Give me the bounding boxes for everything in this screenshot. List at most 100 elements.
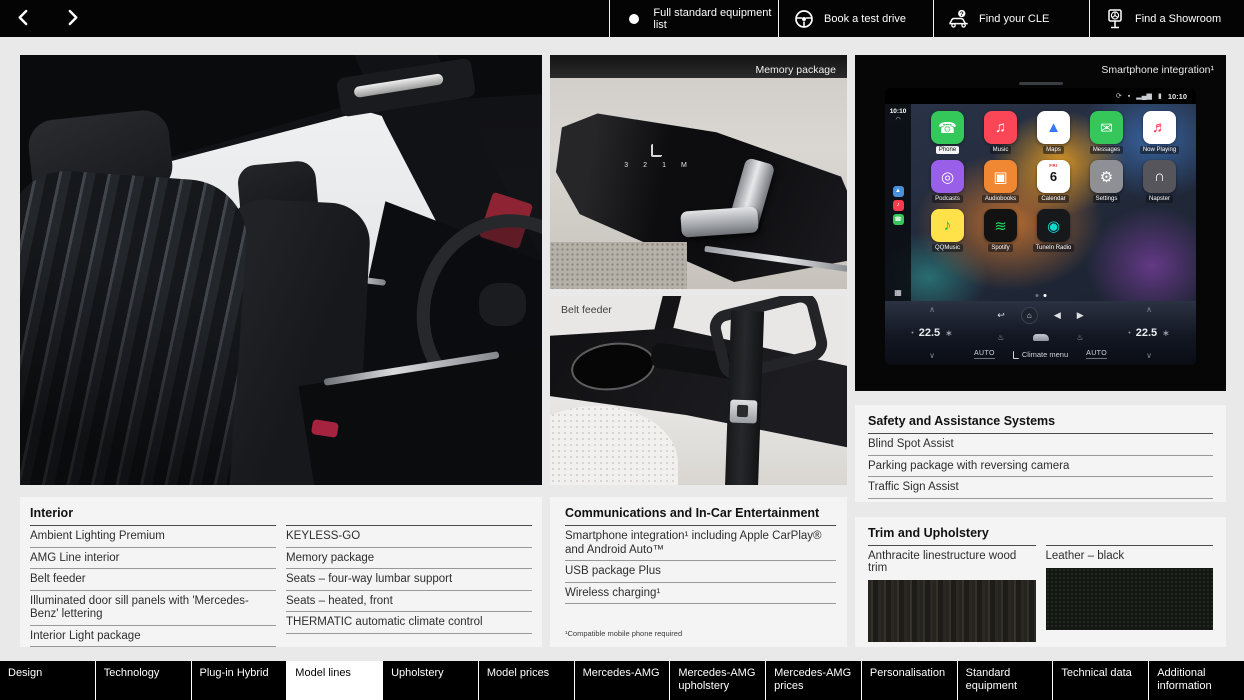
tab-mercedes-amg[interactable]: Mercedes-AMG (573, 661, 670, 700)
next-track-icon: ▶ (1076, 310, 1084, 320)
driver-seat-pleated (20, 167, 251, 485)
tab-mercedes-amg-upholstery[interactable]: Mercedes-AMG upholstery (669, 661, 765, 700)
app-settings: ⚙ Settings (1080, 160, 1133, 203)
app-label: Messages (1089, 146, 1124, 154)
app-calendar: FRI 6 Calendar (1027, 160, 1080, 203)
tab-technology[interactable]: Technology (94, 661, 191, 700)
status-bar: ⟳ ▪ ▂▄▆ ▮ 10:10 (885, 88, 1196, 104)
dot-icon: • (911, 329, 914, 337)
list-item: Seats – four-way lumbar support (286, 569, 532, 591)
belt-buckle-tongue (729, 399, 757, 424)
status-time: 10:10 (1167, 91, 1187, 101)
calendar-weekday: FRI (1049, 163, 1058, 168)
app-label: Spotify (988, 244, 1013, 252)
tab-personalisation[interactable]: Personalisation (860, 661, 957, 700)
car-question-icon: ? (948, 8, 970, 30)
memory-button-row: 3 2 1 M (624, 162, 688, 169)
full-standard-equipment-list-button[interactable]: Full standard equipment list (609, 0, 778, 37)
app-label: Now Playing (1139, 146, 1180, 154)
maps-mini-icon: ▲ (892, 185, 904, 197)
tab-design[interactable]: Design (0, 661, 95, 700)
climate-right-zone: ∧ • 22.5 ∗ ∨ (1110, 306, 1188, 360)
bullet-circle-icon (624, 13, 644, 24)
carplay-sidebar: 10:10 ◠ ▲ ♪ ☎ ▦ (885, 104, 911, 301)
steering-wheel-icon (793, 9, 815, 29)
next-page-button[interactable] (63, 5, 84, 33)
button-label: Book a test drive (824, 12, 906, 25)
list-item: Belt feeder (30, 569, 276, 591)
app-tunein-radio: ◉ TuneIn Radio (1027, 209, 1080, 252)
wood-trim-column: Anthracite linestructure wood trim (868, 545, 1036, 642)
previous-track-icon: ◀ (1053, 310, 1061, 320)
memory-buttons: 3 2 1 M (624, 143, 688, 169)
battery-icon: ▮ (1157, 93, 1162, 100)
list-item: Memory package (286, 548, 532, 569)
back-icon: ↩ (997, 310, 1005, 320)
settings-app-icon: ⚙ (1090, 160, 1123, 193)
memory-package-photo: 3 2 1 M Memory package (550, 55, 847, 289)
prev-page-button[interactable] (12, 5, 33, 33)
music-mini-icon: ♪ (892, 199, 904, 211)
list-item: Illuminated door sill panels with 'Merce… (30, 591, 276, 626)
bottom-tab-bar: Design Technology Plug-in Hybrid Model line… (0, 661, 1244, 700)
app-grid: ☎ Phone ♫ Music ▲ Maps ✉ Messages ♬ Now Playing ◎ P… (911, 109, 1196, 254)
trim-upholstery-section: Trim and Upholstery Anthracite linestruc… (855, 517, 1226, 647)
find-your-cle-button[interactable]: ? Find your CLE (933, 0, 1089, 37)
tab-plug-in-hybrid[interactable]: Plug-in Hybrid (190, 661, 287, 700)
tab-model-lines[interactable]: Model lines (286, 661, 383, 700)
mbux-display: ⟳ ▪ ▂▄▆ ▮ 10:10 10:10 ◠ ▲ ♪ ☎ ▦ ☎ Phone ♫ M… (885, 82, 1196, 365)
seat-icon (1012, 350, 1019, 359)
memory-button-m: M (680, 161, 688, 169)
sidebar-time: 10:10 (889, 108, 907, 115)
safety-list: Blind Spot Assist Parking package with re… (868, 433, 1213, 499)
swatch-label: Anthracite linestructure wood trim (868, 550, 1017, 574)
seat-belt-strap (725, 310, 764, 485)
wifi-icon: ◠ (895, 117, 901, 123)
tab-mercedes-amg-prices[interactable]: Mercedes-AMG prices (765, 661, 861, 700)
perforated-seat (550, 405, 678, 485)
tab-additional-information[interactable]: Additional information (1148, 661, 1244, 700)
section-title: Communications and In-Car Entertainment (565, 506, 820, 520)
climate-left-zone: ∧ • 22.5 ∗ ∨ (893, 306, 971, 360)
left-temperature: 22.5 (918, 327, 941, 339)
list-item: KEYLESS-GO (286, 526, 532, 548)
communications-section: Communications and In-Car Entertainment … (550, 497, 847, 647)
phone-app-icon: ☎ (931, 111, 964, 144)
climate-menu-button: Climate menu (1012, 350, 1068, 359)
spotify-app-icon: ≋ (984, 209, 1017, 242)
app-label: QQMusic (931, 244, 963, 252)
interior-list-left: Ambient Lighting Premium AMG Line interio… (30, 525, 276, 647)
book-test-drive-button[interactable]: Book a test drive (778, 0, 933, 37)
climate-control-bar: ∧ • 22.5 ∗ ∨ ↩ ⌂ ◀ ▶ ♨ ♨ AUTO Climate me… (885, 301, 1196, 365)
footnote: ¹Compatible mobile phone required (565, 629, 683, 638)
list-item: USB package Plus (565, 561, 836, 583)
napster-app-icon: ∩ (1143, 160, 1176, 193)
button-label: Find your CLE (979, 12, 1050, 25)
tab-upholstery[interactable]: Upholstery (382, 661, 478, 700)
app-label: Napster (1145, 195, 1173, 203)
tab-standard-equipment[interactable]: Standard equipment (956, 661, 1053, 700)
app-phone: ☎ Phone (921, 111, 974, 154)
memory-button-2: 2 (643, 161, 649, 169)
app-label: Audiobooks (981, 195, 1020, 203)
find-a-showroom-button[interactable]: Find a Showroom (1089, 0, 1244, 37)
smartphone-integration-photo: Smartphone integration¹ ⟳ ▪ ▂▄▆ ▮ 10:10 … (855, 55, 1226, 391)
svg-text:?: ? (960, 10, 964, 17)
now-playing-app-icon: ♬ (1143, 111, 1176, 144)
carplay-home-screen: 10:10 ◠ ▲ ♪ ☎ ▦ ☎ Phone ♫ Music ▲ Maps ✉ Messag… (885, 104, 1196, 301)
tunein-radio-app-icon: ◉ (1037, 209, 1070, 242)
tab-technical-data[interactable]: Technical data (1052, 661, 1148, 700)
mode-icon: ▪ (1127, 92, 1131, 100)
app-podcasts: ◎ Podcasts (921, 160, 974, 203)
defrost-rear-icon: ♨ (1076, 332, 1084, 342)
right-temperature: 22.5 (1135, 327, 1158, 339)
app-messages: ✉ Messages (1080, 111, 1133, 154)
seat-icon (650, 143, 662, 157)
list-item: Seats – heated, front (286, 591, 532, 612)
podcasts-app-icon: ◎ (931, 160, 964, 193)
showroom-sign-icon (1104, 8, 1126, 30)
tab-model-prices[interactable]: Model prices (477, 661, 574, 700)
messages-app-icon: ✉ (1090, 111, 1123, 144)
communications-list: Smartphone integration¹ including Apple … (565, 525, 836, 604)
fan-icon: ∗ (1162, 327, 1170, 338)
